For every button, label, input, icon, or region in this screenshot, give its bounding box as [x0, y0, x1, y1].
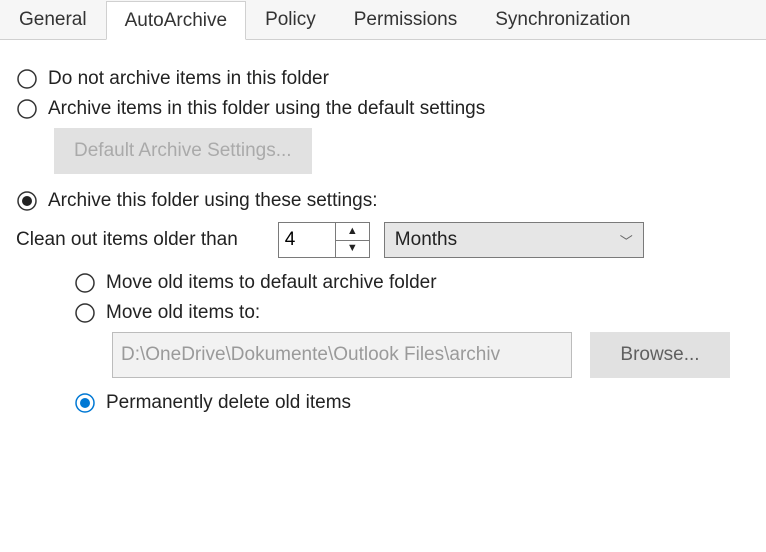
- time-unit-selected: Months: [395, 229, 457, 251]
- tab-autoarchive[interactable]: AutoArchive: [106, 1, 246, 40]
- radio-permanently-delete-label: Permanently delete old items: [106, 392, 351, 414]
- radio-use-these-settings-label: Archive this folder using these settings…: [48, 190, 378, 212]
- tab-general[interactable]: General: [0, 0, 106, 39]
- chevron-down-icon: ﹀: [620, 231, 633, 250]
- spinner-up-icon[interactable]: ▲: [336, 223, 369, 241]
- radio-unselected-icon: [16, 68, 38, 90]
- radio-selected-icon: [16, 190, 38, 212]
- radio-use-these-settings[interactable]: Archive this folder using these settings…: [16, 190, 750, 212]
- clean-out-spinner[interactable]: ▲ ▼: [278, 222, 370, 258]
- tab-policy[interactable]: Policy: [246, 0, 335, 39]
- radio-do-not-archive[interactable]: Do not archive items in this folder: [16, 68, 750, 90]
- spinner-down-icon[interactable]: ▼: [336, 241, 369, 258]
- radio-move-to[interactable]: Move old items to:: [74, 302, 750, 324]
- radio-use-default[interactable]: Archive items in this folder using the d…: [16, 98, 750, 120]
- radio-do-not-archive-label: Do not archive items in this folder: [48, 68, 329, 90]
- radio-move-default-label: Move old items to default archive folder: [106, 272, 437, 294]
- browse-button[interactable]: Browse...: [590, 332, 730, 378]
- clean-out-row: Clean out items older than ▲ ▼ Months ﹀: [16, 222, 750, 258]
- radio-move-default[interactable]: Move old items to default archive folder: [74, 272, 750, 294]
- radio-unselected-icon: [74, 272, 96, 294]
- move-to-path-field[interactable]: D:\OneDrive\Dokumente\Outlook Files\arch…: [112, 332, 572, 378]
- radio-move-to-label: Move old items to:: [106, 302, 260, 324]
- tab-strip: General AutoArchive Policy Permissions S…: [0, 0, 766, 40]
- tab-permissions[interactable]: Permissions: [335, 0, 476, 39]
- radio-permanently-delete[interactable]: Permanently delete old items: [74, 392, 750, 414]
- clean-out-input[interactable]: [279, 223, 335, 257]
- autoarchive-pane: Do not archive items in this folder Arch…: [0, 40, 766, 442]
- time-unit-combo[interactable]: Months ﹀: [384, 222, 644, 258]
- clean-out-label: Clean out items older than: [16, 229, 238, 251]
- default-archive-settings-button[interactable]: Default Archive Settings...: [54, 128, 312, 174]
- radio-use-default-label: Archive items in this folder using the d…: [48, 98, 485, 120]
- radio-unselected-icon: [74, 302, 96, 324]
- tab-synchronization[interactable]: Synchronization: [476, 0, 649, 39]
- move-to-path-row: D:\OneDrive\Dokumente\Outlook Files\arch…: [112, 332, 750, 378]
- radio-unselected-icon: [16, 98, 38, 120]
- spinner-arrows: ▲ ▼: [335, 223, 369, 257]
- radio-selected-blue-icon: [74, 392, 96, 414]
